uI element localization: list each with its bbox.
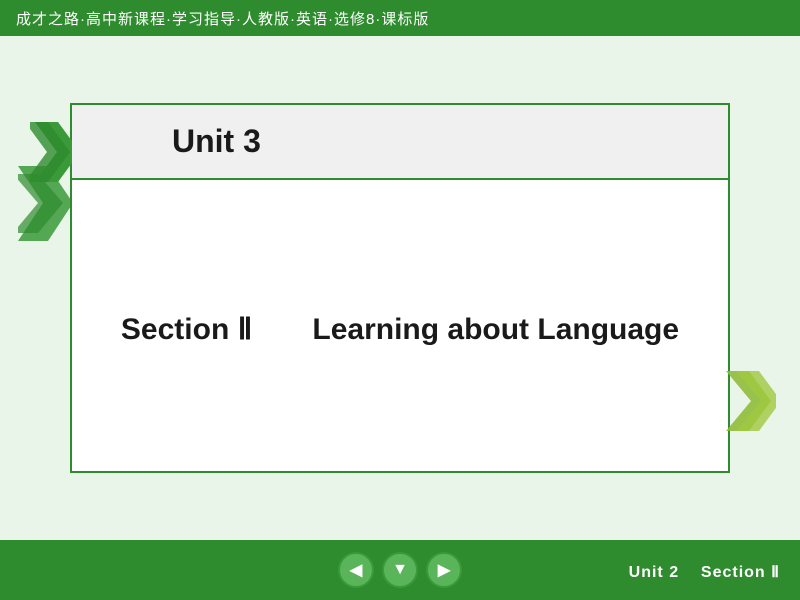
home-button[interactable]: ▼: [382, 552, 418, 588]
bottom-right-text: Unit 2 Section Ⅱ: [629, 562, 780, 582]
card-right-decoration: [721, 366, 776, 441]
main-area: Unit 3 Section Ⅱ Learning about Language: [0, 36, 800, 540]
section-title: Section Ⅱ Learning about Language: [121, 304, 679, 348]
bottom-bar: ◀ ▼ ▶ Unit 2 Section Ⅱ: [0, 540, 800, 600]
section-body: Section Ⅱ Learning about Language: [72, 180, 728, 471]
header-bar: 成才之路·高中新课程·学习指导·人教版·英语·选修8·课标版: [0, 0, 800, 36]
bottom-unit-text: Unit 2: [629, 564, 679, 581]
header-title: 成才之路·高中新课程·学习指导·人教版·英语·选修8·课标版: [16, 8, 429, 29]
next-button[interactable]: ▶: [426, 552, 462, 588]
content-card: Unit 3 Section Ⅱ Learning about Language: [70, 103, 730, 473]
unit-header: Unit 3: [72, 105, 728, 180]
unit-title: Unit 3: [172, 123, 261, 159]
prev-button[interactable]: ◀: [338, 552, 374, 588]
nav-buttons: ◀ ▼ ▶: [338, 552, 462, 588]
bottom-section-text: Section Ⅱ: [701, 564, 780, 581]
